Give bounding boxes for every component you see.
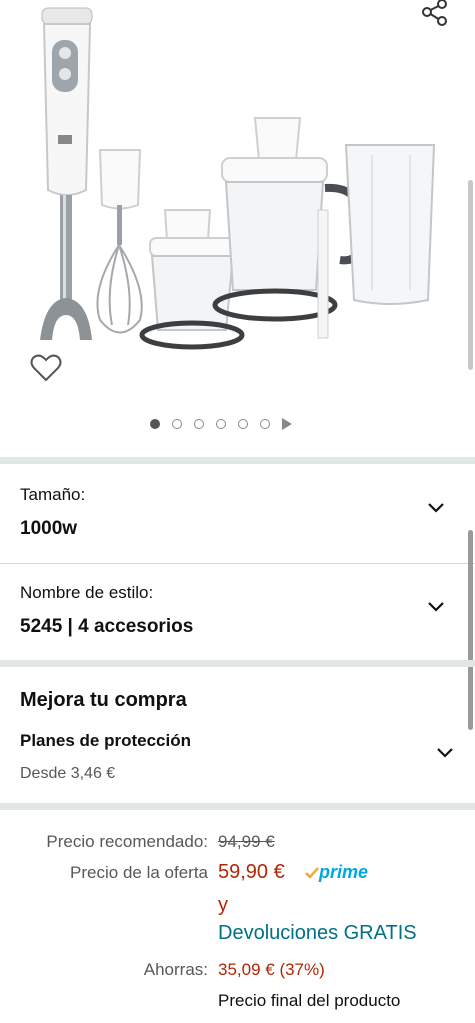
style-label: Nombre de estilo: — [20, 583, 154, 602]
upgrade-heading: Mejora tu compra — [20, 689, 187, 711]
carousel-dot[interactable] — [216, 419, 226, 429]
deal-price: 59,90 € — [218, 861, 285, 883]
carousel-dot[interactable] — [150, 419, 160, 429]
upgrade-section: Mejora tu compra Planes de protección De… — [0, 667, 475, 802]
size-selector[interactable]: Tamaño: 1000w — [0, 464, 475, 562]
chevron-down-icon[interactable] — [428, 599, 444, 615]
chevron-down-icon[interactable] — [437, 745, 453, 761]
carousel-dot[interactable] — [238, 419, 248, 429]
free-returns-link[interactable]: Devoluciones GRATIS — [218, 922, 417, 945]
chevron-down-icon[interactable] — [428, 500, 444, 516]
prime-label: prime — [319, 862, 369, 882]
whisk-illustration — [96, 149, 143, 334]
divider — [0, 660, 475, 667]
divider — [0, 457, 475, 464]
deal-price-label: Precio de la oferta — [70, 863, 208, 882]
divider — [0, 803, 475, 810]
style-value: 5245 | 4 accesorios — [20, 616, 194, 637]
list-price-label: Precio recomendado: — [46, 832, 208, 851]
list-price: 94,99 € — [218, 832, 275, 851]
product-image[interactable] — [0, 0, 475, 405]
carousel-dot[interactable] — [172, 419, 182, 429]
protection-plan-row[interactable]: Planes de protección Desde 3,46 € — [0, 725, 475, 790]
size-label: Tamaño: — [20, 485, 86, 504]
beaker-illustration — [344, 144, 436, 305]
prime-check-icon — [305, 866, 319, 879]
plan-title: Planes de protección — [20, 731, 191, 750]
final-price-note: Precio final del producto — [218, 991, 401, 1010]
small-chopper-illustration — [139, 209, 245, 350]
plan-price-from: Desde 3,46 € — [20, 765, 116, 782]
pricing-section: Precio recomendado: 94,99 € Precio de la… — [0, 810, 475, 1023]
carousel-dot[interactable] — [260, 419, 270, 429]
style-selector[interactable]: Nombre de estilo: 5245 | 4 accesorios — [0, 564, 475, 659]
and-text: y — [218, 894, 228, 916]
share-icon[interactable] — [418, 0, 450, 28]
carousel-indicators — [150, 415, 292, 433]
wishlist-heart-icon[interactable] — [30, 353, 62, 383]
savings-label: Ahorras: — [143, 960, 208, 979]
product-image-gallery[interactable] — [0, 0, 475, 455]
large-chopper-illustration — [212, 117, 365, 339]
image-scrollbar[interactable] — [468, 180, 473, 370]
carousel-dot[interactable] — [194, 419, 204, 429]
hand-blender-illustration — [40, 7, 93, 340]
savings-value: 35,09 € (37%) — [218, 960, 325, 979]
play-video-icon[interactable] — [282, 418, 292, 430]
size-value: 1000w — [20, 518, 78, 539]
prime-badge[interactable]: prime — [305, 862, 368, 883]
